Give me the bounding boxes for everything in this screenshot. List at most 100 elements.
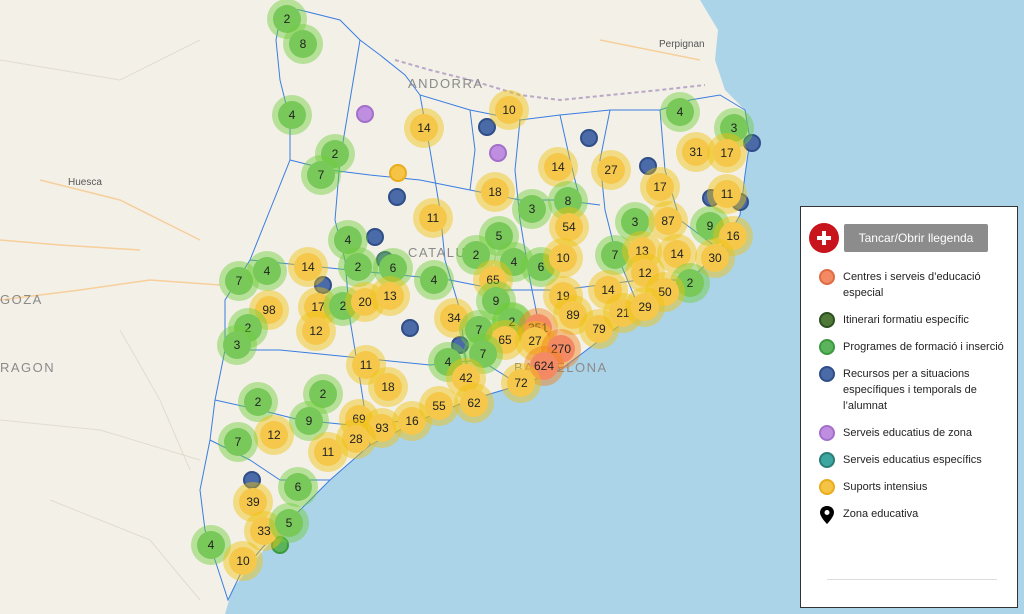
cluster-marker[interactable]: 29 xyxy=(625,287,665,327)
circle-icon xyxy=(819,269,835,285)
cluster-marker[interactable]: 3 xyxy=(512,189,552,229)
cluster-count: 17 xyxy=(646,173,674,201)
marker-serveis-zona[interactable] xyxy=(356,105,374,123)
legend-item-label: Serveis educatius de zona xyxy=(843,427,973,439)
cluster-count: 4 xyxy=(253,257,281,285)
legend-divider xyxy=(827,579,997,580)
cluster-marker[interactable]: 4 xyxy=(414,260,454,300)
cluster-count: 13 xyxy=(376,282,404,310)
cluster-count: 9 xyxy=(295,407,323,435)
circle-icon xyxy=(819,479,835,495)
cluster-count: 7 xyxy=(307,161,335,189)
cluster-marker[interactable]: 10 xyxy=(489,90,529,130)
cluster-marker[interactable]: 4 xyxy=(272,95,312,135)
cluster-marker[interactable]: 12 xyxy=(254,415,294,455)
legend-item-label: Zona educativa xyxy=(843,508,919,520)
legend-item-label: Recursos per a situacions específiques i… xyxy=(843,368,977,412)
marker-serveis-zona[interactable] xyxy=(489,144,507,162)
cluster-count: 10 xyxy=(495,96,523,124)
cluster-count: 14 xyxy=(294,253,322,281)
marker-recursos[interactable] xyxy=(388,188,406,206)
circle-icon xyxy=(819,339,835,355)
legend-item: Itinerari formatiu específic xyxy=(819,312,1009,328)
legend-item: Recursos per a situacions específiques i… xyxy=(819,366,1009,414)
cluster-marker[interactable]: 7 xyxy=(218,422,258,462)
cluster-count: 8 xyxy=(289,30,317,58)
legend-header: Tancar/Obrir llegenda xyxy=(809,223,988,253)
cluster-marker[interactable]: 17 xyxy=(707,133,747,173)
cluster-marker[interactable]: 55 xyxy=(419,386,459,426)
cluster-count: 31 xyxy=(682,138,710,166)
legend-item-label: Itinerari formatiu específic xyxy=(843,314,969,326)
cluster-marker[interactable]: 14 xyxy=(288,247,328,287)
plus-icon[interactable] xyxy=(809,223,839,253)
legend-item: Zona educativa xyxy=(819,506,1009,524)
cluster-count: 6 xyxy=(284,473,312,501)
cluster-marker[interactable]: 18 xyxy=(368,367,408,407)
marker-recursos[interactable] xyxy=(401,319,419,337)
legend-item: Programes de formació i inserció xyxy=(819,339,1009,355)
cluster-count: 11 xyxy=(314,438,342,466)
cluster-marker[interactable]: 14 xyxy=(404,108,444,148)
circle-icon xyxy=(819,366,835,382)
cluster-marker[interactable]: 5 xyxy=(269,503,309,543)
cluster-count: 29 xyxy=(631,293,659,321)
marker-suports-intensius[interactable] xyxy=(389,164,407,182)
cluster-count: 18 xyxy=(481,178,509,206)
cluster-count: 87 xyxy=(654,207,682,235)
cluster-count: 7 xyxy=(224,428,252,456)
legend-toggle-button[interactable]: Tancar/Obrir llegenda xyxy=(844,224,988,252)
cluster-count: 4 xyxy=(197,531,225,559)
cluster-count: 54 xyxy=(555,213,583,241)
cluster-marker[interactable]: 7 xyxy=(301,155,341,195)
cluster-count: 12 xyxy=(260,421,288,449)
place-label-aragon: RAGON xyxy=(0,360,56,375)
cluster-marker[interactable]: 11 xyxy=(413,198,453,238)
cluster-count: 72 xyxy=(507,369,535,397)
cluster-marker[interactable]: 3 xyxy=(217,325,257,365)
cluster-marker[interactable]: 4 xyxy=(660,92,700,132)
cluster-marker[interactable]: 2 xyxy=(338,247,378,287)
cluster-count: 11 xyxy=(713,180,741,208)
cluster-marker[interactable]: 12 xyxy=(296,311,336,351)
cluster-marker[interactable]: 62 xyxy=(454,383,494,423)
cluster-marker[interactable]: 4 xyxy=(247,251,287,291)
cluster-count: 18 xyxy=(374,373,402,401)
cluster-marker[interactable]: 10 xyxy=(543,238,583,278)
cluster-count: 2 xyxy=(344,253,372,281)
cluster-marker[interactable]: 13 xyxy=(370,276,410,316)
cluster-marker[interactable]: 8 xyxy=(283,24,323,64)
cluster-count: 5 xyxy=(275,509,303,537)
legend-panel: Tancar/Obrir llegenda Centres i serveis … xyxy=(800,206,1018,608)
cluster-marker[interactable]: 6 xyxy=(278,467,318,507)
cluster-count: 17 xyxy=(713,139,741,167)
cluster-marker[interactable]: 72 xyxy=(501,363,541,403)
legend-item: Suports intensius xyxy=(819,479,1009,495)
cluster-count: 55 xyxy=(425,392,453,420)
place-label-perpignan: Perpignan xyxy=(659,39,705,50)
cluster-count: 30 xyxy=(701,244,729,272)
cluster-marker[interactable]: 18 xyxy=(475,172,515,212)
legend-item-label: Serveis educatius específics xyxy=(843,454,982,466)
cluster-count: 3 xyxy=(518,195,546,223)
cluster-marker[interactable]: 11 xyxy=(308,432,348,472)
marker-recursos[interactable] xyxy=(366,228,384,246)
cluster-count: 14 xyxy=(544,153,572,181)
legend-item-label: Programes de formació i inserció xyxy=(843,341,1004,353)
cluster-count: 10 xyxy=(229,547,257,575)
cluster-count: 62 xyxy=(460,389,488,417)
legend-item: Serveis educatius de zona xyxy=(819,425,1009,441)
cluster-count: 27 xyxy=(597,156,625,184)
cluster-marker[interactable]: 27 xyxy=(591,150,631,190)
legend-list: Centres i serveis d’educació especial It… xyxy=(819,269,1009,535)
circle-icon xyxy=(819,452,835,468)
legend-item: Serveis educatius específics xyxy=(819,452,1009,468)
cluster-count: 2 xyxy=(244,388,272,416)
cluster-count: 3 xyxy=(223,331,251,359)
place-label-zaragoza: GOZA xyxy=(0,292,43,307)
legend-item: Centres i serveis d’educació especial xyxy=(819,269,1009,301)
marker-recursos[interactable] xyxy=(580,129,598,147)
place-label-andorra: ANDORRA xyxy=(408,76,484,91)
cluster-marker[interactable]: 10 xyxy=(223,541,263,581)
cluster-count: 4 xyxy=(666,98,694,126)
